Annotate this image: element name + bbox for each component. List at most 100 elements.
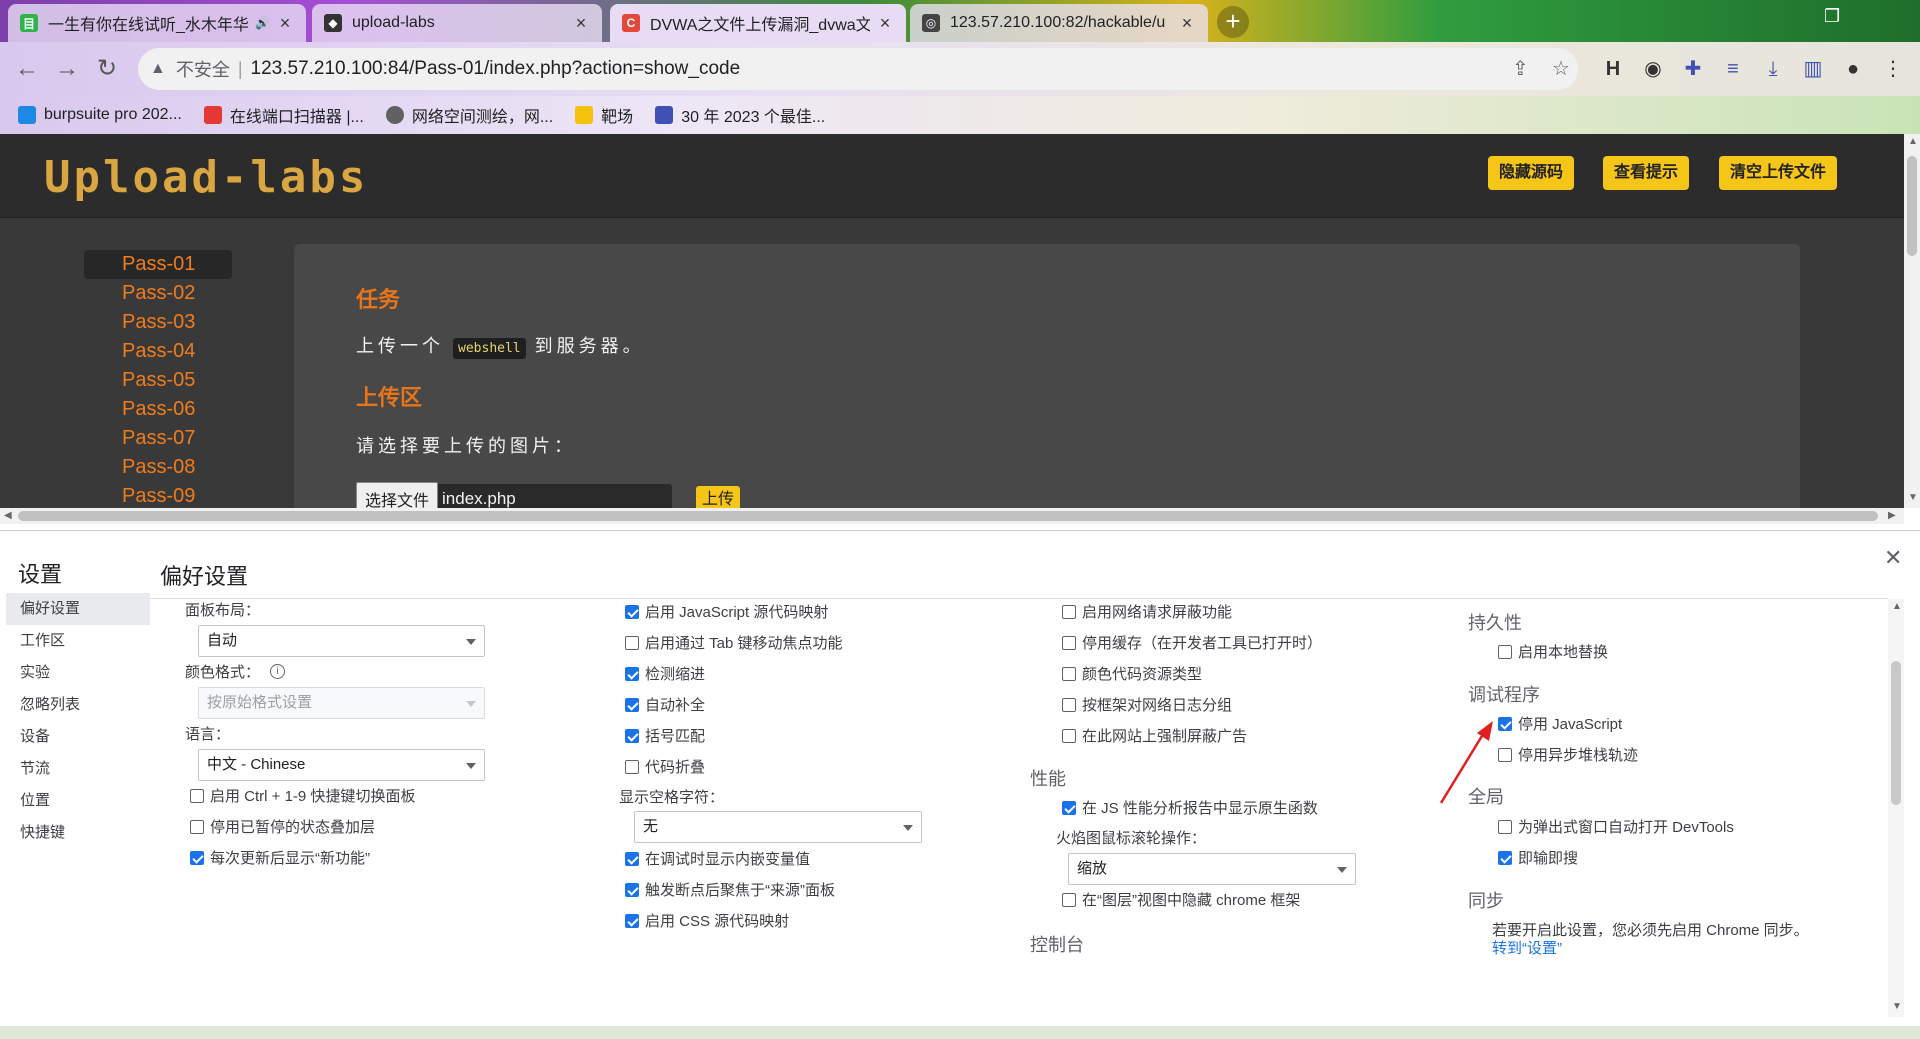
reload-button[interactable]: ↻ <box>90 52 124 86</box>
sidebar-item-devices[interactable]: 设备 <box>6 721 150 753</box>
back-button[interactable]: ← <box>10 52 44 86</box>
checkbox[interactable] <box>1062 635 1076 650</box>
sidebar-item-locations[interactable]: 位置 <box>6 785 150 817</box>
checkbox[interactable] <box>1062 728 1076 743</box>
pass-item-04[interactable]: Pass-04 <box>84 337 232 366</box>
bookmark-item[interactable]: 在线端口扫描器 |... <box>203 103 364 127</box>
devtools-scrollbar[interactable]: ▲ ▼ <box>1888 599 1904 1017</box>
speaker-icon[interactable]: 🔊 <box>255 16 270 30</box>
scrollbar-thumb[interactable] <box>1891 661 1901 805</box>
scroll-up-arrow-icon[interactable]: ▲ <box>1892 601 1902 612</box>
page-horizontal-scrollbar[interactable]: ◀ ▶ <box>0 508 1904 524</box>
checkbox[interactable] <box>625 851 639 866</box>
choose-file-button[interactable]: 选择文件 <box>356 482 439 508</box>
checkbox[interactable] <box>625 666 639 681</box>
address-bar[interactable]: ▲ 不安全 | 123.57.210.100:84/Pass-01/index.… <box>138 48 1578 90</box>
site-logo[interactable]: Upload-labs <box>44 152 368 203</box>
checkbox-row[interactable]: 每次更新后显示“新功能” <box>190 847 370 868</box>
checkbox-row[interactable]: 启用 Ctrl + 1-9 快捷键切换面板 <box>190 785 415 806</box>
checkbox[interactable] <box>190 819 204 834</box>
checkbox[interactable] <box>625 759 639 774</box>
warning-icon[interactable]: ▲ <box>150 60 166 78</box>
sidebar-item-ignore-list[interactable]: 忽略列表 <box>6 689 150 721</box>
language-select[interactable]: 中文 - Chinese <box>198 749 485 781</box>
checkbox-row[interactable]: 颜色代码资源类型 <box>1062 663 1202 684</box>
checkbox[interactable] <box>1062 697 1076 712</box>
tab-close-icon[interactable]: × <box>276 13 294 34</box>
side-panel-icon[interactable]: ▥ <box>1798 54 1828 84</box>
browser-tab-active[interactable]: C DVWA之文件上传漏洞_dvwa文 × <box>610 4 906 42</box>
bookmark-item[interactable]: 网络空间测绘，网... <box>385 103 553 127</box>
pass-item-06[interactable]: Pass-06 <box>84 395 232 424</box>
checkbox[interactable] <box>190 788 204 803</box>
pass-item-08[interactable]: Pass-08 <box>84 453 232 482</box>
scroll-right-arrow-icon[interactable]: ▶ <box>1888 510 1896 521</box>
checkbox-row[interactable]: 在 JS 性能分析报告中显示原生函数 <box>1062 797 1318 818</box>
checkbox-row[interactable]: 触发断点后聚焦于“来源”面板 <box>625 879 835 900</box>
checkbox-row[interactable]: 代码折叠 <box>625 756 705 777</box>
checkbox-row[interactable]: 停用 JavaScript <box>1498 713 1622 734</box>
sidebar-item-preferences[interactable]: 偏好设置 <box>6 593 150 625</box>
scroll-up-arrow-icon[interactable]: ▲ <box>1908 136 1918 147</box>
extension-circle-icon[interactable]: ◉ <box>1638 54 1668 84</box>
pass-item-07[interactable]: Pass-07 <box>84 424 232 453</box>
scroll-down-arrow-icon[interactable]: ▼ <box>1908 492 1918 503</box>
checkbox[interactable] <box>1062 604 1076 619</box>
scrollbar-thumb[interactable] <box>18 511 1878 521</box>
bookmark-item[interactable]: 30 年 2023 个最佳... <box>655 103 825 127</box>
checkbox[interactable] <box>1498 644 1512 659</box>
pass-item-05[interactable]: Pass-05 <box>84 366 232 395</box>
checkbox[interactable] <box>625 882 639 897</box>
extension-h-icon[interactable]: H <box>1598 54 1628 84</box>
media-queue-icon[interactable]: ≡ <box>1718 54 1748 84</box>
bookmark-item[interactable]: burpsuite pro 202... <box>18 106 182 124</box>
browser-tab[interactable]: ◎ 123.57.210.100:82/hackable/u × <box>910 4 1208 42</box>
view-hint-button[interactable]: 查看提示 <box>1603 156 1690 190</box>
scroll-left-arrow-icon[interactable]: ◀ <box>4 510 12 521</box>
checkbox-row[interactable]: 启用本地替换 <box>1498 641 1608 662</box>
checkbox-row[interactable]: 自动补全 <box>625 694 705 715</box>
checkbox[interactable] <box>1062 666 1076 681</box>
checkbox-row[interactable]: 停用已暂停的状态叠加层 <box>190 816 375 837</box>
checkbox[interactable] <box>1498 819 1512 834</box>
sidebar-item-throttling[interactable]: 节流 <box>6 753 150 785</box>
checkbox-row[interactable]: 为弹出式窗口自动打开 DevTools <box>1498 816 1734 837</box>
tab-close-icon[interactable]: × <box>876 13 894 34</box>
checkbox-row[interactable]: 即输即搜 <box>1498 847 1578 868</box>
new-tab-button[interactable]: + <box>1217 6 1249 38</box>
pass-item-01[interactable]: Pass-01 <box>84 250 232 279</box>
pass-item-02[interactable]: Pass-02 <box>84 279 232 308</box>
whitespace-select[interactable]: 无 <box>634 811 922 843</box>
panel-layout-select[interactable]: 自动 <box>198 625 485 657</box>
security-label[interactable]: 不安全 <box>176 56 230 82</box>
checkbox[interactable] <box>625 728 639 743</box>
menu-kebab-icon[interactable]: ⋮ <box>1878 54 1908 84</box>
checkbox-row[interactable]: 按框架对网络日志分组 <box>1062 694 1232 715</box>
checkbox[interactable] <box>625 635 639 650</box>
url-text[interactable]: 123.57.210.100:84/Pass-01/index.php?acti… <box>251 58 741 80</box>
sidebar-item-workspace[interactable]: 工作区 <box>6 625 150 657</box>
checkbox-row[interactable]: 括号匹配 <box>625 725 705 746</box>
hide-source-button[interactable]: 隐藏源码 <box>1488 156 1575 190</box>
checkbox[interactable] <box>625 697 639 712</box>
checkbox-row[interactable]: 停用缓存（在开发者工具已打开时） <box>1062 632 1322 653</box>
checkbox-row[interactable]: 启用网络请求屏蔽功能 <box>1062 601 1232 622</box>
checkbox-row[interactable]: 停用异步堆栈轨迹 <box>1498 744 1638 765</box>
tab-close-icon[interactable]: × <box>1178 13 1196 34</box>
profile-avatar-icon[interactable]: ● <box>1838 54 1868 84</box>
checkbox-row[interactable]: 在此网站上强制屏蔽广告 <box>1062 725 1247 746</box>
sidebar-item-shortcuts[interactable]: 快捷键 <box>6 817 150 849</box>
scroll-down-arrow-icon[interactable]: ▼ <box>1892 1001 1902 1012</box>
download-icon[interactable]: ⤓ <box>1758 54 1788 84</box>
checkbox-row[interactable]: 启用通过 Tab 键移动焦点功能 <box>625 632 843 653</box>
sync-settings-link[interactable]: 转到“设置” <box>1492 937 1562 958</box>
restore-window-icon[interactable]: ❐ <box>1824 6 1840 27</box>
sidebar-item-experiments[interactable]: 实验 <box>6 657 150 689</box>
tab-close-icon[interactable]: × <box>572 13 590 34</box>
info-icon[interactable]: i <box>270 664 286 679</box>
checkbox-row[interactable]: 检测缩进 <box>625 663 705 684</box>
clear-uploads-button[interactable]: 清空上传文件 <box>1719 156 1838 190</box>
scrollbar-thumb[interactable] <box>1907 156 1917 256</box>
pass-item-09[interactable]: Pass-09 <box>84 482 232 508</box>
bookmark-star-icon[interactable]: ☆ <box>1552 48 1570 90</box>
